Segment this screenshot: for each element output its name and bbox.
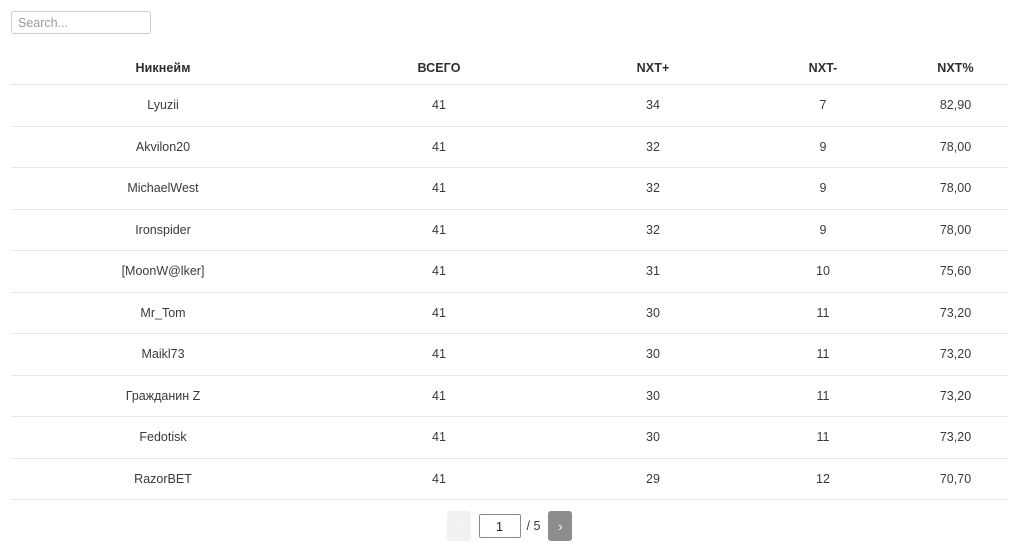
column-header-nickname[interactable]: Никнейм: [11, 51, 315, 85]
cell-nxt_minus: 9: [743, 209, 903, 251]
cell-total: 41: [315, 292, 563, 334]
cell-nxt_pct: 75,60: [903, 250, 1008, 293]
table-row[interactable]: Гражданин Z 41 30 11 73,20: [11, 375, 1008, 417]
cell-nxt_minus: 9: [743, 126, 903, 168]
cell-nxt_plus: 30: [563, 333, 743, 376]
leaderboard-table: Никнейм ВСЕГО NXT+ NXT- NXT% Lyuzii 41 34 7…: [11, 51, 1008, 500]
table-row[interactable]: Akvilon20 41 32 9 78,00: [11, 126, 1008, 168]
table-row[interactable]: Ironspider 41 32 9 78,00: [11, 209, 1008, 251]
cell-total: 41: [315, 209, 563, 251]
cell-nickname: RazorBET: [11, 458, 315, 500]
cell-nxt_pct: 78,00: [903, 126, 1008, 168]
cell-nickname: Maikl73: [11, 333, 315, 376]
cell-nxt_minus: 12: [743, 458, 903, 500]
search-row: [0, 0, 1020, 34]
table-row[interactable]: RazorBET 41 29 12 70,70: [11, 458, 1008, 500]
pagination: ‹ / 5 ›: [11, 510, 1008, 542]
cell-nxt_pct: 82,90: [903, 84, 1008, 127]
cell-total: 41: [315, 126, 563, 168]
cell-nickname: MichaelWest: [11, 167, 315, 210]
cell-nxt_plus: 30: [563, 292, 743, 334]
cell-nickname: Ironspider: [11, 209, 315, 251]
table-row[interactable]: Mr_Tom 41 30 11 73,20: [11, 292, 1008, 334]
cell-total: 41: [315, 375, 563, 417]
column-header-nxt-plus[interactable]: NXT+: [563, 51, 743, 85]
cell-total: 41: [315, 333, 563, 376]
cell-nickname: Akvilon20: [11, 126, 315, 168]
cell-nxt_plus: 30: [563, 416, 743, 459]
cell-total: 41: [315, 250, 563, 293]
cell-nxt_pct: 73,20: [903, 333, 1008, 376]
cell-nxt_minus: 11: [743, 292, 903, 334]
cell-nickname: [MoonW@lker]: [11, 250, 315, 293]
column-header-nxt-minus[interactable]: NXT-: [743, 51, 903, 85]
total-pages-label: / 5: [526, 519, 541, 533]
cell-nxt_minus: 9: [743, 167, 903, 210]
next-page-button[interactable]: ›: [548, 511, 573, 541]
cell-total: 41: [315, 458, 563, 500]
cell-nxt_minus: 11: [743, 416, 903, 459]
leaderboard-table-wrap: Никнейм ВСЕГО NXT+ NXT- NXT% Lyuzii 41 34 7…: [11, 51, 1008, 542]
cell-nickname: Lyuzii: [11, 84, 315, 127]
cell-nxt_plus: 34: [563, 84, 743, 127]
cell-nxt_minus: 11: [743, 375, 903, 417]
page-number-input[interactable]: [478, 514, 521, 538]
table-row[interactable]: Lyuzii 41 34 7 82,90: [11, 84, 1008, 127]
cell-nxt_pct: 78,00: [903, 209, 1008, 251]
column-header-nxt-pct[interactable]: NXT%: [903, 51, 1008, 85]
cell-nxt_minus: 10: [743, 250, 903, 293]
cell-nxt_pct: 70,70: [903, 458, 1008, 500]
table-body: Lyuzii 41 34 7 82,90 Akvilon20 41 32 9 78,00 Micha…: [11, 84, 1008, 500]
cell-nxt_plus: 29: [563, 458, 743, 500]
cell-total: 41: [315, 416, 563, 459]
previous-page-button[interactable]: ‹: [446, 511, 471, 541]
cell-nxt_pct: 73,20: [903, 375, 1008, 417]
cell-nxt_plus: 31: [563, 250, 743, 293]
table-head: Никнейм ВСЕГО NXT+ NXT- NXT%: [11, 51, 1008, 85]
cell-nxt_minus: 7: [743, 84, 903, 127]
cell-nxt_minus: 11: [743, 333, 903, 376]
cell-total: 41: [315, 84, 563, 127]
search-input[interactable]: [11, 11, 151, 34]
table-row[interactable]: Fedotisk 41 30 11 73,20: [11, 416, 1008, 459]
leaderboard-page: Никнейм ВСЕГО NXT+ NXT- NXT% Lyuzii41347…: [0, 0, 1020, 556]
cell-nxt_pct: 78,00: [903, 167, 1008, 210]
cell-nxt_pct: 73,20: [903, 292, 1008, 334]
cell-nxt_pct: 73,20: [903, 416, 1008, 459]
cell-nickname: Mr_Tom: [11, 292, 315, 334]
cell-total: 41: [315, 167, 563, 210]
table-header-row: Никнейм ВСЕГО NXT+ NXT- NXT%: [11, 51, 1008, 85]
table-row[interactable]: [MoonW@lker] 41 31 10 75,60: [11, 250, 1008, 293]
column-header-total[interactable]: ВСЕГО: [315, 51, 563, 85]
cell-nxt_plus: 30: [563, 375, 743, 417]
cell-nxt_plus: 32: [563, 209, 743, 251]
cell-nxt_plus: 32: [563, 167, 743, 210]
cell-nxt_plus: 32: [563, 126, 743, 168]
table-row[interactable]: Maikl73 41 30 11 73,20: [11, 333, 1008, 376]
cell-nickname: Fedotisk: [11, 416, 315, 459]
table-row[interactable]: MichaelWest 41 32 9 78,00: [11, 167, 1008, 210]
cell-nickname: Гражданин Z: [11, 375, 315, 417]
